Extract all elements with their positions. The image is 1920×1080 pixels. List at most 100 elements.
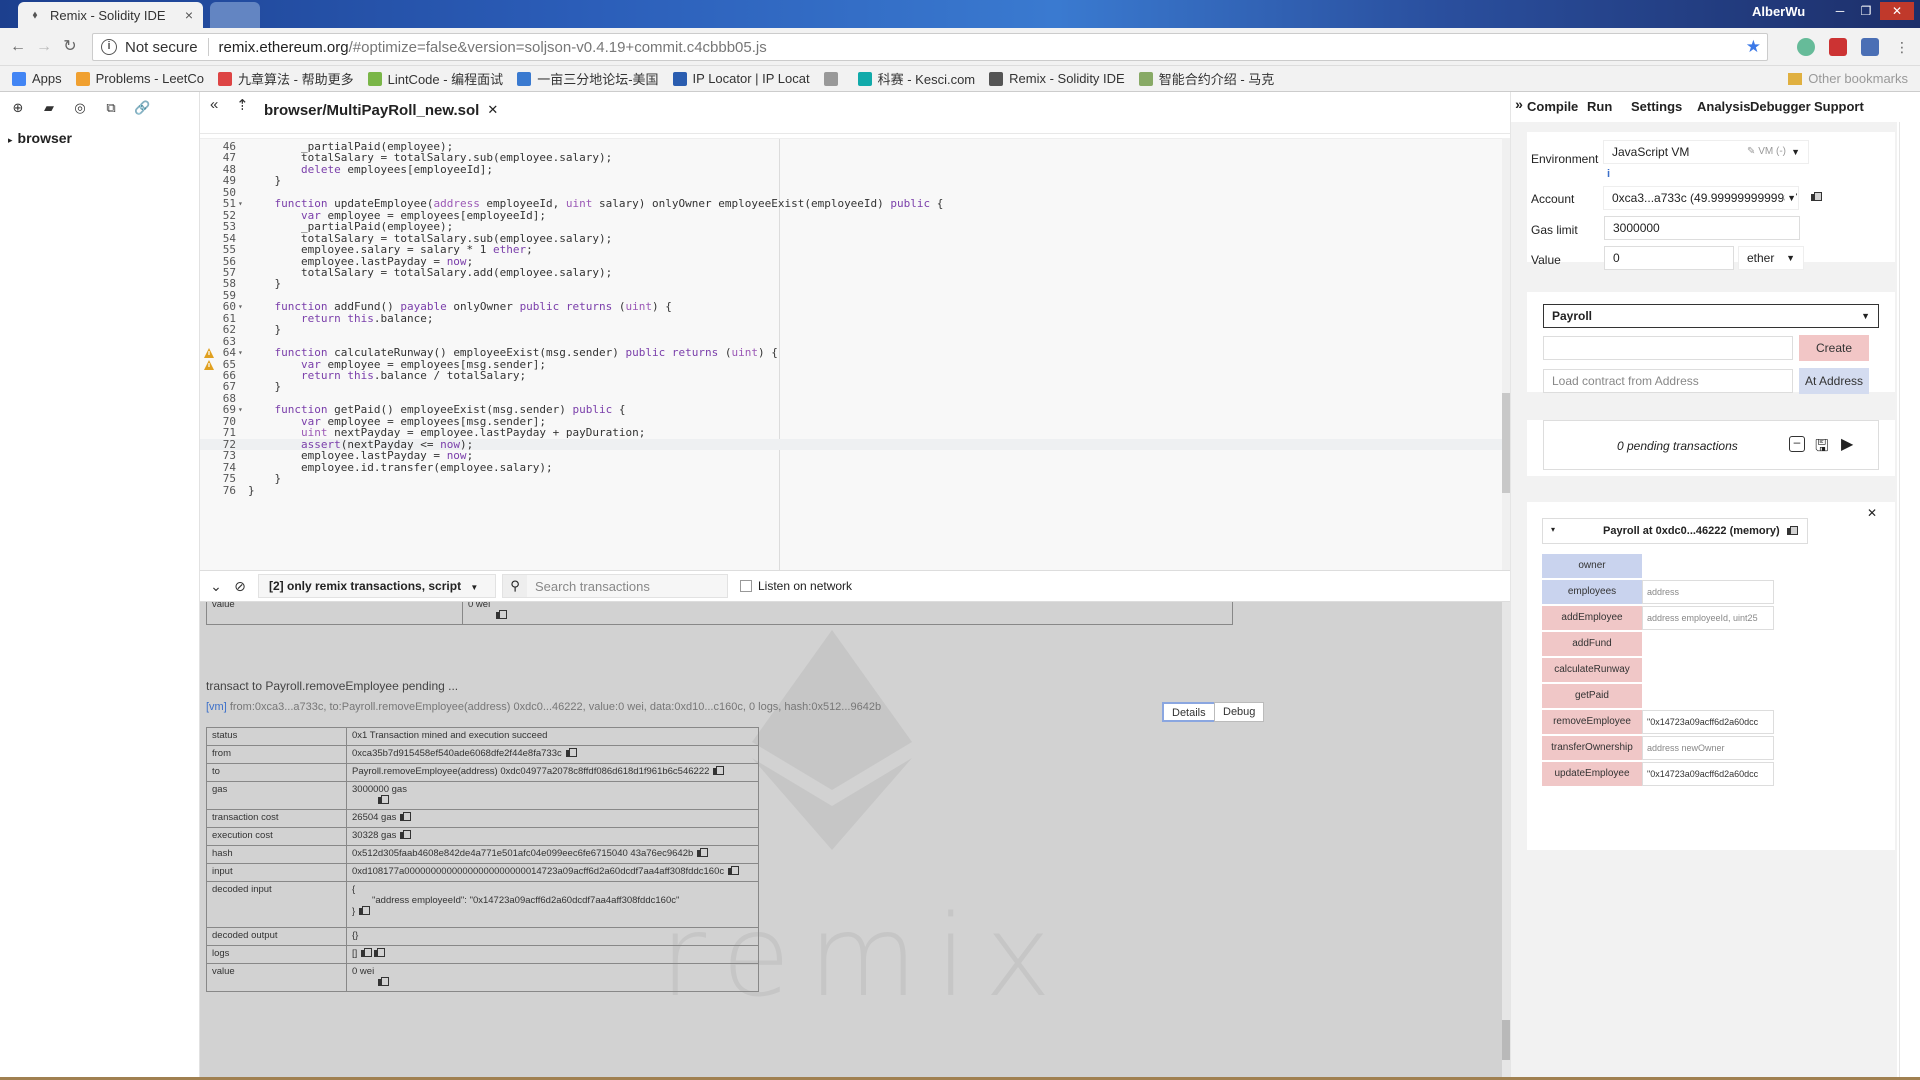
copy-icon[interactable] <box>728 866 740 876</box>
gas-limit-input[interactable]: 3000000 <box>1604 216 1800 240</box>
transaction-search[interactable]: ⚲ Search transactions <box>502 574 728 598</box>
collapse-right-icon[interactable]: » <box>1511 96 1527 112</box>
fold-caret-icon[interactable]: ▾ <box>238 198 243 209</box>
copy-icon[interactable] <box>361 948 373 958</box>
bookmark-item[interactable]: 一亩三分地论坛-美国 <box>517 69 659 88</box>
bookmark-item[interactable]: 智能合约介绍 - 马克 <box>1138 69 1274 88</box>
new-file-icon[interactable]: ⊕ <box>10 100 26 116</box>
maximize-icon[interactable]: ❐ <box>1854 2 1878 20</box>
editor-scroll-thumb[interactable] <box>1502 393 1510 493</box>
copy-icon[interactable] <box>400 830 412 840</box>
right-panel-scrollbar[interactable] <box>1899 122 1907 1080</box>
omnibox[interactable]: i Not secure remix.ethereum.org /#optimi… <box>92 33 1768 61</box>
line-number[interactable]: 71 <box>200 427 236 439</box>
tab-file[interactable]: browser/MultiPayRoll_new.sol ✕ <box>264 102 498 119</box>
load-contract-input[interactable]: Load contract from Address <box>1543 369 1793 393</box>
listen-checkbox[interactable] <box>740 580 752 592</box>
increase-font-icon[interactable]: ⇡ <box>236 96 249 114</box>
function-args-input[interactable]: "0x14723a09acff6d2a60dcc <box>1642 710 1774 734</box>
pdf-extension-icon[interactable] <box>1829 38 1847 56</box>
bookmark-item[interactable]: IP Locator | IP Locat <box>672 71 810 86</box>
copy-icon[interactable] <box>697 848 709 858</box>
copy-icon[interactable] <box>378 977 389 987</box>
bookmark-item[interactable]: LintCode - 编程面试 <box>367 69 503 88</box>
fold-caret-icon[interactable]: ▾ <box>238 347 243 358</box>
file-tree-root[interactable]: ▸ browser <box>0 124 199 152</box>
github-icon[interactable]: ◎ <box>72 100 88 116</box>
line-number[interactable]: 62 <box>200 324 236 336</box>
bookmark-item[interactable] <box>823 71 844 86</box>
copy-account-icon[interactable] <box>1811 192 1822 202</box>
copy-icon[interactable] <box>565 748 577 758</box>
contract-select[interactable]: Payroll ▼ <box>1543 304 1879 328</box>
close-window-icon[interactable]: ✕ <box>1880 2 1914 20</box>
copy-address-icon[interactable] <box>1787 526 1798 536</box>
code-editor[interactable]: 46 _partialPaid(employee); 47 totalSalary… <box>200 138 1502 570</box>
warning-icon[interactable] <box>204 359 214 370</box>
editor-scrollbar[interactable] <box>1502 138 1510 570</box>
transaction-filter-dropdown[interactable]: [2] only remix transactions, script ▼ <box>258 574 496 598</box>
play-icon[interactable]: ▶ <box>1841 434 1853 454</box>
function-button-owner[interactable]: owner <box>1542 554 1642 578</box>
function-button-calculaterunway[interactable]: calculateRunway <box>1542 658 1642 682</box>
collapse-left-icon[interactable]: « <box>210 96 218 113</box>
extension-icon[interactable] <box>1861 38 1879 56</box>
bookmark-item[interactable]: Apps <box>12 71 62 86</box>
fold-caret-icon[interactable]: ▾ <box>238 301 243 312</box>
function-button-employees[interactable]: employees <box>1542 580 1642 604</box>
close-instance-icon[interactable]: ✕ <box>1867 506 1877 520</box>
create-button[interactable]: Create <box>1799 335 1869 361</box>
environment-select[interactable]: JavaScript VM ✎ VM (-) ▼ <box>1603 140 1809 164</box>
bookmark-item[interactable]: Remix - Solidity IDE <box>989 71 1125 86</box>
at-address-button[interactable]: At Address <box>1799 368 1869 394</box>
bookmark-star-icon[interactable]: ★ <box>1746 37 1761 57</box>
value-input[interactable]: 0 <box>1604 246 1734 270</box>
copy-icon[interactable] <box>400 812 412 822</box>
clear-terminal-icon[interactable]: ⊘ <box>232 578 248 595</box>
other-bookmarks[interactable]: Other bookmarks <box>1788 71 1908 86</box>
function-button-addemployee[interactable]: addEmployee <box>1542 606 1642 630</box>
terminal-scrollbar[interactable] <box>1502 602 1510 1080</box>
reload-icon[interactable]: ↻ <box>60 37 80 57</box>
line-number[interactable]: 53 <box>200 221 236 233</box>
debug-button[interactable]: Debug <box>1214 702 1265 722</box>
line-number[interactable]: 51 <box>200 198 236 210</box>
function-button-addfund[interactable]: addFund <box>1542 632 1642 656</box>
function-button-getpaid[interactable]: getPaid <box>1542 684 1642 708</box>
new-tab-button[interactable] <box>210 2 260 28</box>
copy-icon[interactable] <box>713 766 725 776</box>
copy-icon[interactable] <box>374 948 386 958</box>
listen-on-network[interactable]: Listen on network <box>740 579 852 593</box>
bookmark-item[interactable]: 科赛 - Kesci.com <box>857 69 975 88</box>
tab-debugger[interactable]: Debugger <box>1750 99 1811 114</box>
value-unit-select[interactable]: ether ▼ <box>1738 246 1804 270</box>
open-folder-icon[interactable]: ▰ <box>41 100 57 116</box>
tab-analysis[interactable]: Analysis <box>1697 99 1750 114</box>
minimize-icon[interactable]: ─ <box>1828 2 1852 20</box>
browser-tab-remix[interactable]: ⬧ Remix - Solidity IDE × <box>18 2 203 28</box>
close-tab-icon[interactable]: × <box>185 7 193 23</box>
bookmark-item[interactable]: Problems - LeetCo <box>75 71 204 86</box>
copy-icon[interactable] <box>496 610 507 620</box>
copy-files-icon[interactable]: ⧉ <box>103 100 119 116</box>
line-number[interactable]: 55 <box>200 244 236 256</box>
account-select[interactable]: 0xca3...a733c (49.999999999998715 ▼ <box>1603 186 1799 210</box>
close-file-icon[interactable]: ✕ <box>487 102 498 117</box>
terminal-scroll-thumb[interactable] <box>1502 1020 1510 1060</box>
constructor-args-input[interactable] <box>1543 336 1793 360</box>
extension-icon[interactable] <box>1797 38 1815 56</box>
tab-compile[interactable]: Compile <box>1527 99 1578 114</box>
function-args-input[interactable]: address employeeId, uint25 <box>1642 606 1774 630</box>
tab-settings[interactable]: Settings <box>1631 99 1682 114</box>
details-button[interactable]: Details <box>1162 702 1216 722</box>
warning-icon[interactable] <box>204 348 214 359</box>
info-icon[interactable]: i <box>1607 168 1610 180</box>
clear-pending-icon[interactable]: – <box>1789 436 1805 452</box>
instance-header[interactable]: ▾ Payroll at 0xdc0...46222 (memory) <box>1542 518 1808 544</box>
function-button-updateemployee[interactable]: updateEmployee <box>1542 762 1642 786</box>
bookmark-item[interactable]: 九章算法 - 帮助更多 <box>218 69 354 88</box>
line-number[interactable]: 73 <box>200 450 236 462</box>
copy-icon[interactable] <box>378 795 389 805</box>
line-number[interactable]: 75 <box>200 473 236 485</box>
back-icon[interactable]: ← <box>8 37 28 57</box>
